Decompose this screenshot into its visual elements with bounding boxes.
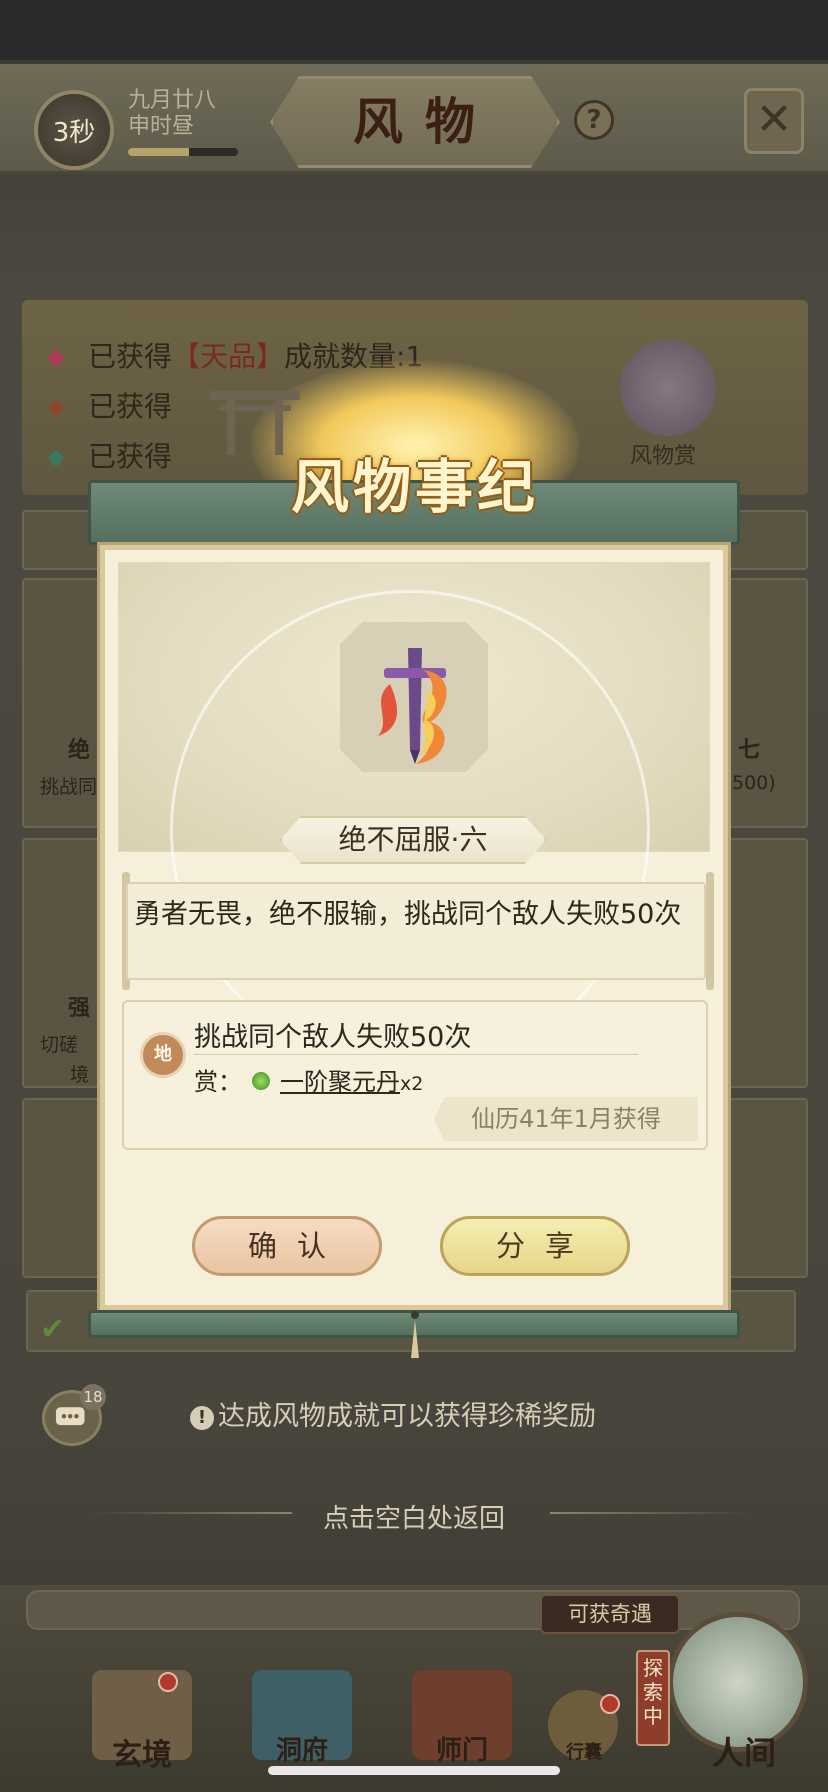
nav-shimen[interactable]: 师门 [402, 1730, 522, 1767]
obtained-date: 仙历41年1月获得 [434, 1097, 698, 1141]
card-title-fragment: 绝 [68, 737, 91, 763]
achievement-description: 勇者无畏，绝不服输，挑战同个敌人失败50次 [134, 899, 682, 930]
exclamation-icon: ! [190, 1406, 214, 1430]
card-title-fragment: 强 [68, 995, 91, 1021]
notification-dot [158, 1672, 178, 1692]
nav-renjian[interactable]: 人间 [684, 1728, 804, 1774]
diamond-icon [47, 449, 65, 467]
time-progress-bar [128, 148, 238, 156]
game-date-time: 申时昼 [128, 114, 195, 139]
close-button[interactable]: ✕ [744, 88, 804, 154]
chat-count-badge: 18 [80, 1384, 106, 1410]
diamond-icon [47, 399, 65, 417]
check-icon[interactable]: ✔ [40, 1312, 65, 1347]
nav-bag[interactable]: 行囊 [524, 1738, 644, 1764]
stat-row: 已获得 [47, 435, 172, 475]
help-button[interactable]: ? [574, 100, 614, 140]
reward-item-link[interactable]: 一阶聚元丹 [280, 1068, 400, 1096]
card-sub-fragment: 挑战同 [40, 776, 98, 798]
requirement-text: 挑战同个敌人失败50次 [194, 1022, 472, 1053]
reward-line: 赏： 一阶聚元丹x2 [194, 1062, 423, 1097]
game-date: 九月廿八 申时昼 [128, 88, 216, 140]
nav-dongfu[interactable]: 洞府 [242, 1730, 362, 1767]
diamond-icon [47, 349, 65, 367]
home-indicator[interactable] [268, 1766, 560, 1775]
scroll-edge [706, 872, 714, 990]
pill-icon [252, 1072, 270, 1090]
mascot-label: 风物赏 [630, 444, 697, 469]
nav-xuanjing[interactable]: 玄境 [82, 1730, 202, 1774]
card-sub-fragment: 切磋 [40, 1034, 79, 1056]
share-button[interactable]: 分享 [440, 1216, 630, 1276]
notice-text: 达成风物成就可以获得珍稀奖励 [218, 1401, 596, 1432]
card-sub-fragment: 境 [70, 1064, 90, 1086]
game-date-day: 九月廿八 [128, 88, 217, 113]
exploring-badge: 探索中 [636, 1650, 670, 1746]
modal-title: 风物事纪 [290, 453, 539, 521]
reward-label: 赏： [194, 1068, 242, 1096]
tap-blank-to-return[interactable]: 点击空白处返回 [150, 1498, 678, 1535]
close-icon: ✕ [755, 94, 793, 145]
card-title-fragment: 七 [738, 737, 761, 763]
achievement-notice: ! 达成风物成就可以获得珍稀奖励 [190, 1394, 596, 1433]
achievement-name: 绝不屈服·六 [338, 823, 488, 856]
divider [194, 1054, 638, 1055]
bottom-navigation-bar [26, 1590, 800, 1630]
reward-quantity: x2 [400, 1073, 424, 1095]
confirm-button[interactable]: 确认 [192, 1216, 382, 1276]
grade-seal: 地 [140, 1032, 186, 1078]
mascot-avatar[interactable] [620, 340, 716, 436]
tassel-icon [411, 1311, 419, 1358]
notification-dot [600, 1694, 620, 1714]
sword-flame-icon [378, 648, 447, 764]
stat-row: 已获得 [47, 385, 172, 425]
card-sub-fragment: 500) [732, 772, 776, 794]
page-title: 风物 [353, 92, 497, 151]
adventure-tip: 可获奇遇 [540, 1594, 680, 1634]
countdown-timer: 3秒 [34, 90, 114, 170]
